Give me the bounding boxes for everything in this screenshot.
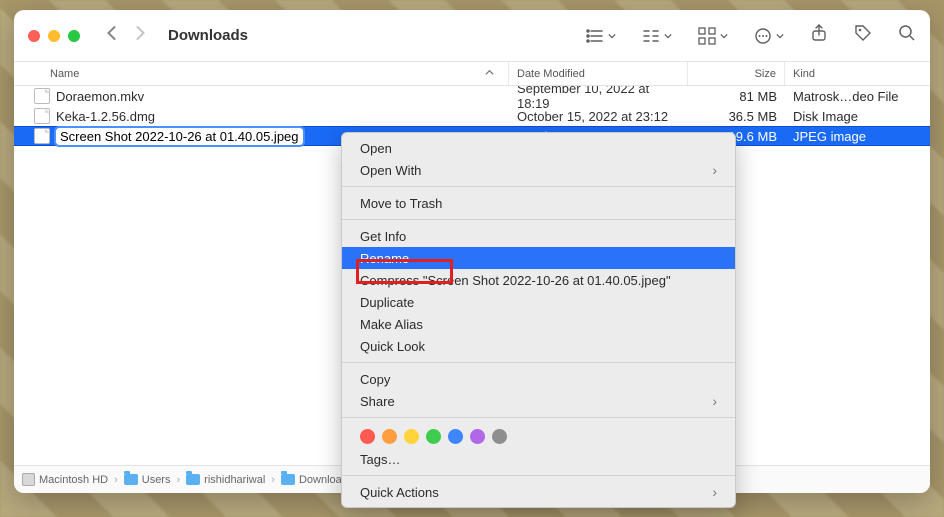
column-label: Size <box>755 68 776 80</box>
context-menu: Open Open With› Move to Trash Get Info R… <box>341 132 736 508</box>
column-label: Date Modified <box>517 68 585 80</box>
menu-separator <box>342 417 735 418</box>
file-icon <box>34 88 50 104</box>
breadcrumb-separator: › <box>114 474 118 486</box>
tag-color-purple[interactable] <box>470 429 485 444</box>
tags-color-row <box>342 423 735 448</box>
chevron-right-icon: › <box>712 484 717 500</box>
tag-color-orange[interactable] <box>382 429 397 444</box>
column-header-kind[interactable]: Kind <box>785 62 930 85</box>
column-header-date[interactable]: Date Modified <box>509 62 688 85</box>
toolbar: Downloads <box>14 10 930 62</box>
menu-separator <box>342 475 735 476</box>
file-kind: JPEG image <box>793 129 866 144</box>
window-title: Downloads <box>168 27 248 44</box>
menu-item-compress[interactable]: Compress "Screen Shot 2022-10-26 at 01.4… <box>342 269 735 291</box>
menu-item-duplicate[interactable]: Duplicate <box>342 291 735 313</box>
path-crumb[interactable]: Users <box>124 474 171 486</box>
icon-size-button[interactable] <box>698 27 728 45</box>
file-kind: Matrosk…deo File <box>793 89 898 104</box>
file-row[interactable]: Keka-1.2.56.dmg October 15, 2022 at 23:1… <box>14 106 930 126</box>
menu-item-open-with[interactable]: Open With› <box>342 159 735 181</box>
group-by-button[interactable] <box>642 27 672 45</box>
breadcrumb-separator: › <box>271 474 275 486</box>
menu-item-quick-look[interactable]: Quick Look <box>342 335 735 357</box>
action-menu-button[interactable] <box>754 27 784 45</box>
file-row[interactable]: Doraemon.mkv September 10, 2022 at 18:19… <box>14 86 930 106</box>
share-button[interactable] <box>810 24 828 47</box>
tag-color-gray[interactable] <box>492 429 507 444</box>
sort-ascending-icon <box>485 68 494 80</box>
breadcrumb-separator: › <box>176 474 180 486</box>
file-name: Doraemon.mkv <box>56 89 144 104</box>
column-label: Name <box>50 68 79 80</box>
file-name-editing[interactable]: Screen Shot 2022-10-26 at 01.40.05.jpeg <box>56 128 303 145</box>
toolbar-icons <box>586 24 916 47</box>
folder-icon <box>281 474 295 485</box>
window-controls <box>28 30 80 42</box>
file-icon <box>34 108 50 124</box>
file-size: 81 MB <box>739 89 777 104</box>
menu-item-get-info[interactable]: Get Info <box>342 225 735 247</box>
tag-color-yellow[interactable] <box>404 429 419 444</box>
menu-item-move-to-trash[interactable]: Move to Trash <box>342 192 735 214</box>
file-date: October 15, 2022 at 23:12 <box>517 109 668 124</box>
chevron-right-icon: › <box>712 162 717 178</box>
file-size: 36.5 MB <box>729 109 777 124</box>
tag-color-green[interactable] <box>426 429 441 444</box>
menu-item-copy[interactable]: Copy <box>342 368 735 390</box>
column-label: Kind <box>793 68 815 80</box>
close-button[interactable] <box>28 30 40 42</box>
nav-arrows <box>106 25 146 46</box>
tag-color-red[interactable] <box>360 429 375 444</box>
zoom-button[interactable] <box>68 30 80 42</box>
menu-separator <box>342 186 735 187</box>
column-header-name[interactable]: Name <box>14 62 509 85</box>
forward-button[interactable] <box>135 25 146 46</box>
path-crumb[interactable]: rishidhariwal <box>186 474 265 486</box>
path-crumb[interactable]: Macintosh HD <box>22 473 108 486</box>
folder-icon <box>186 474 200 485</box>
back-button[interactable] <box>106 25 117 46</box>
tags-button[interactable] <box>854 24 872 47</box>
menu-item-quick-actions[interactable]: Quick Actions› <box>342 481 735 503</box>
file-name: Keka-1.2.56.dmg <box>56 109 155 124</box>
menu-separator <box>342 362 735 363</box>
search-button[interactable] <box>898 24 916 47</box>
menu-item-share[interactable]: Share› <box>342 390 735 412</box>
menu-item-tags[interactable]: Tags… <box>342 448 735 470</box>
view-list-button[interactable] <box>586 27 616 45</box>
tag-color-blue[interactable] <box>448 429 463 444</box>
menu-item-make-alias[interactable]: Make Alias <box>342 313 735 335</box>
folder-icon <box>124 474 138 485</box>
file-icon <box>34 128 50 144</box>
minimize-button[interactable] <box>48 30 60 42</box>
menu-separator <box>342 219 735 220</box>
file-kind: Disk Image <box>793 109 858 124</box>
column-header-size[interactable]: Size <box>688 62 785 85</box>
column-header-row: Name Date Modified Size Kind <box>14 62 930 86</box>
menu-item-rename[interactable]: Rename <box>342 247 735 269</box>
menu-item-open[interactable]: Open <box>342 137 735 159</box>
chevron-right-icon: › <box>712 393 717 409</box>
disk-icon <box>22 473 35 486</box>
